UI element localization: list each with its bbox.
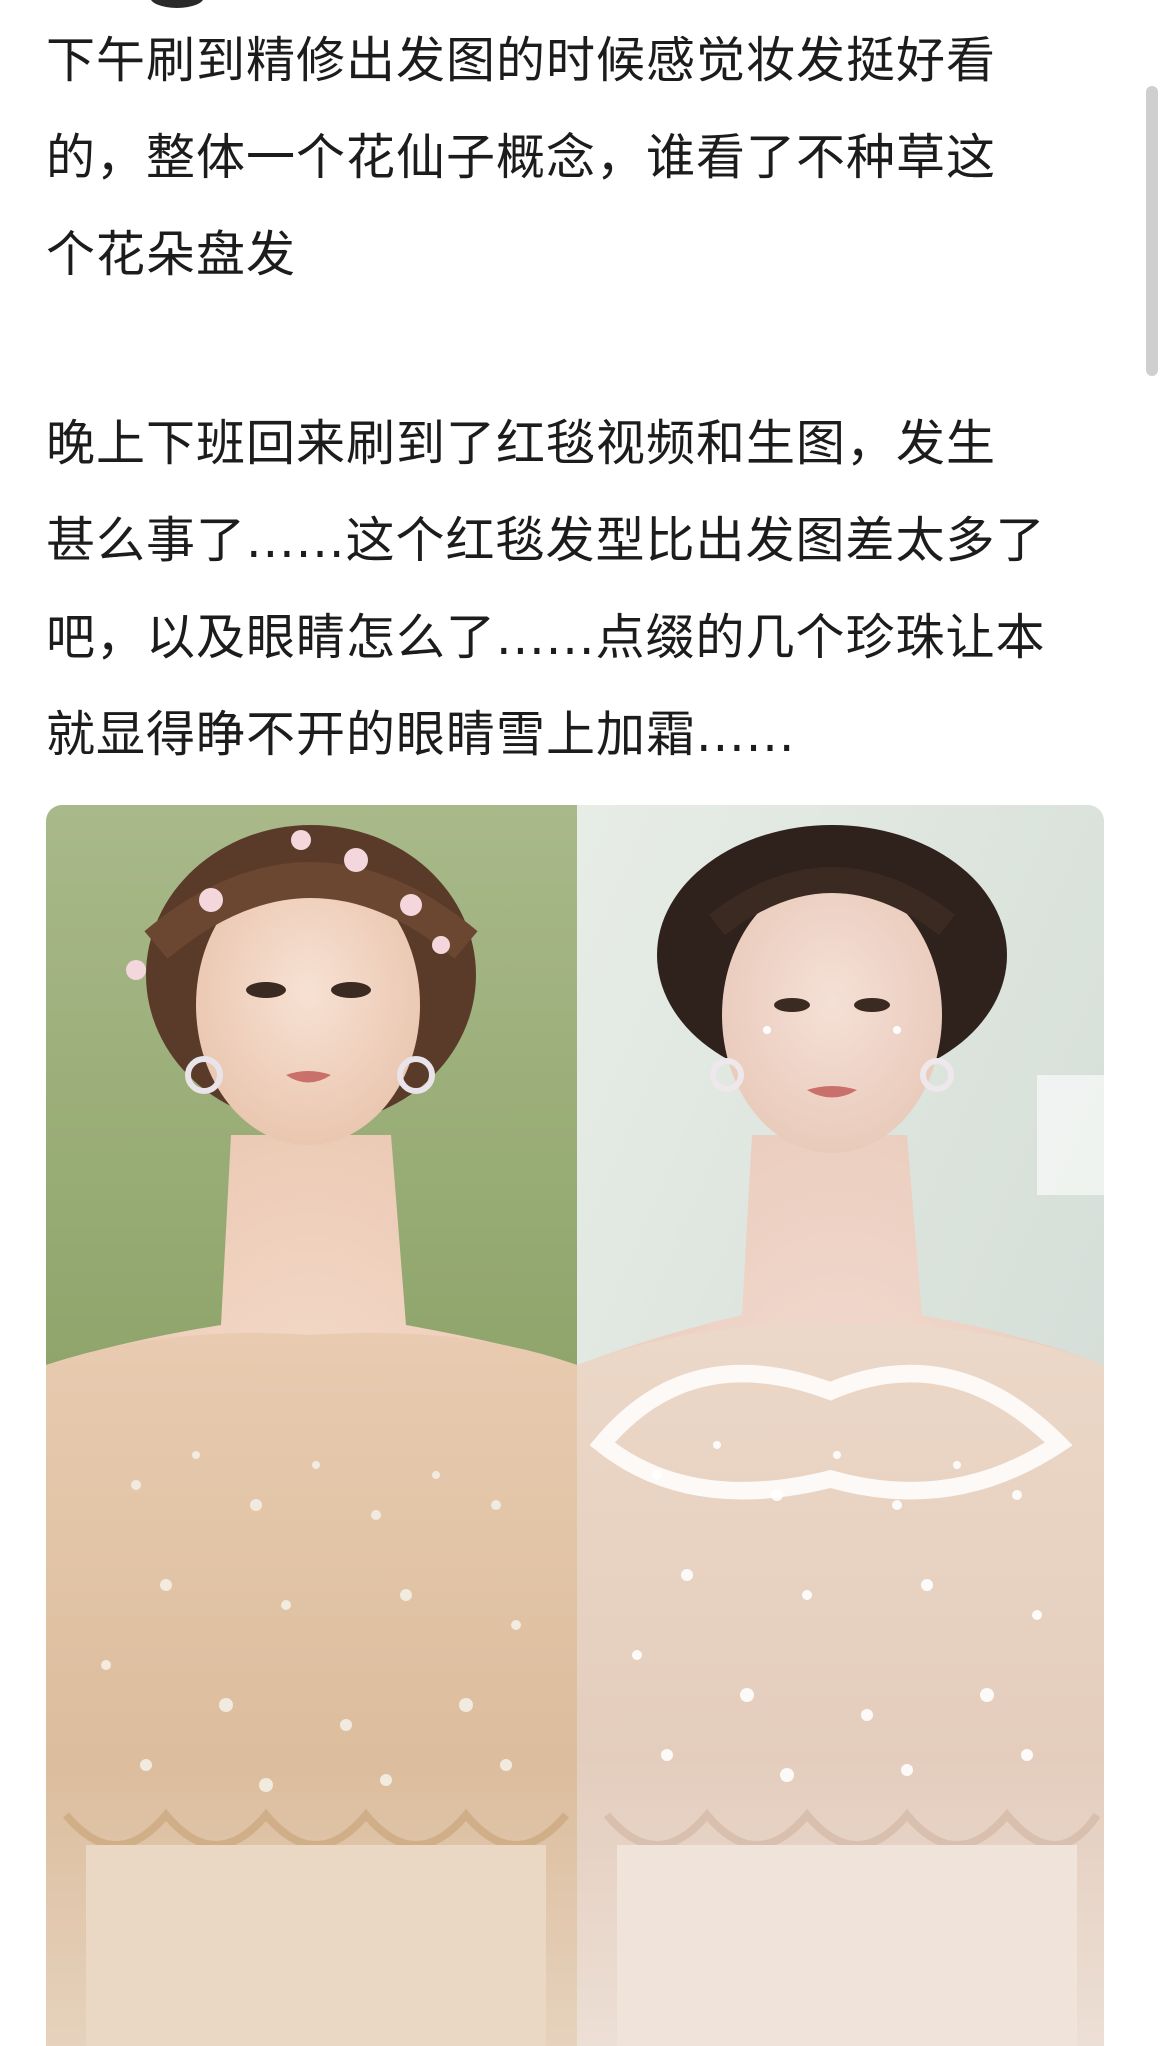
avatar-edge [150,0,204,8]
post-paragraph-2: 晚上下班回来刷到了红毯视频和生图，发生 甚么事了......这个红毯发型比出发图… [46,415,1046,763]
right-photo[interactable] [577,805,1104,2046]
post-image[interactable] [46,805,1104,2046]
left-photo[interactable] [46,805,577,2046]
scrollbar[interactable] [1146,86,1158,376]
post-paragraph-1: 下午刷到精修出发图的时候感觉妆发挺好看 的，整体一个花仙子概念，谁看了不种草这 … [46,32,997,283]
portrait-photo-floral-hair-icon [46,805,577,2046]
watermark-icon [589,1364,1073,1500]
post-body: 下午刷到精修出发图的时候感觉妆发挺好看 的，整体一个花仙子概念，谁看了不种草这 … [46,12,1106,783]
